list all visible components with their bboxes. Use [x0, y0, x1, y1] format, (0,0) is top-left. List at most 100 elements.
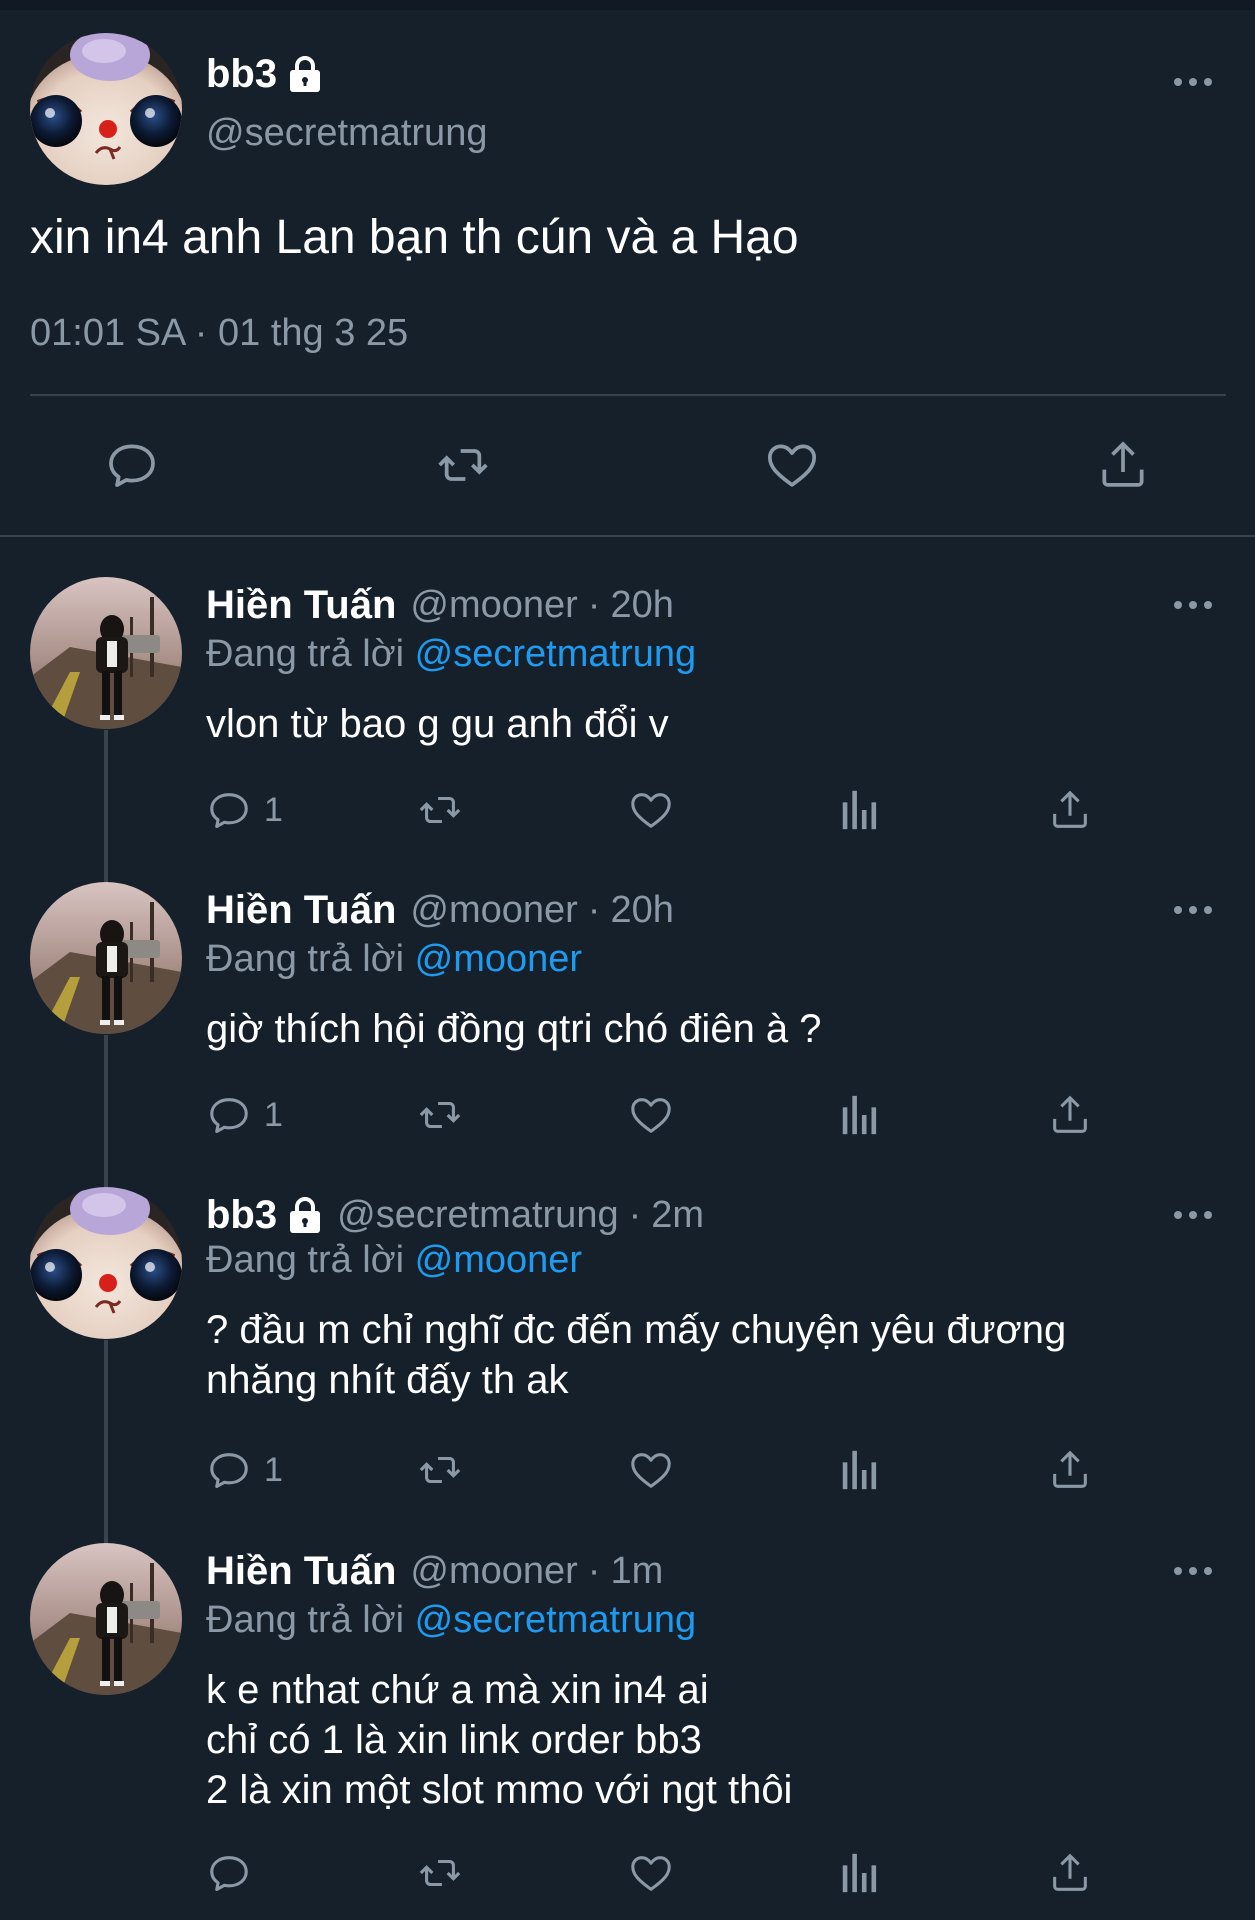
more-icon [1174, 1211, 1212, 1219]
reply-header: Hiền Tuấn @mooner · 1m [206, 1543, 663, 1599]
reply-button[interactable]: 1 [206, 1085, 283, 1145]
reply-button[interactable]: 1 [206, 1440, 283, 1500]
more-options-button[interactable] [1163, 1195, 1223, 1235]
reply-time[interactable]: 20h [610, 889, 673, 932]
reply-text: vlon từ bao g gu anh đổi v [206, 702, 669, 746]
like-icon [631, 793, 671, 828]
more-options-button[interactable] [1163, 585, 1223, 625]
reply-button[interactable] [206, 1843, 264, 1903]
more-icon [1174, 78, 1212, 86]
share-button[interactable] [1047, 1085, 1093, 1145]
author-row: bb3 [206, 46, 323, 102]
views-icon [842, 1450, 877, 1490]
share-button[interactable] [1047, 1440, 1093, 1500]
reply-button[interactable] [97, 430, 167, 500]
reply-icon [210, 793, 248, 829]
separator-dot: · [587, 583, 601, 626]
retweet-button[interactable] [414, 1085, 466, 1145]
reply-text: giờ thích hội đồng qtri chó điên à ? [206, 1007, 822, 1051]
more-icon [1174, 1567, 1212, 1575]
like-button[interactable] [628, 1843, 674, 1903]
like-button[interactable] [628, 1085, 674, 1145]
reply-icon [109, 444, 155, 487]
reply-text: ? đầu m chỉ nghĩ đc đến mấy chuyện yêu đ… [206, 1308, 1067, 1402]
avatar[interactable] [30, 577, 182, 729]
like-icon [631, 1098, 671, 1133]
reply-tweet[interactable]: Hiền Tuấn @mooner · 20h Đang trả lời @mo… [0, 882, 1255, 1135]
retweet-icon [419, 1859, 461, 1887]
more-options-button[interactable] [1163, 62, 1223, 102]
replying-to: Đang trả lời @secretmatrung [206, 633, 696, 676]
tweet-text: xin in4 anh Lan bạn th cún và a Hạo [30, 211, 799, 264]
author-name[interactable]: Hiền Tuấn [206, 583, 396, 628]
share-icon [1053, 1450, 1087, 1488]
author-handle[interactable]: @mooner [410, 584, 577, 627]
tweet-timestamp[interactable]: 01:01 SA · 01 thg 3 25 [30, 312, 408, 355]
reply-actions: 1 [0, 1440, 1255, 1500]
like-button[interactable] [757, 430, 827, 500]
views-icon [842, 790, 877, 830]
mention-link[interactable]: @secretmatrung [415, 633, 696, 675]
author-name[interactable]: bb3 [206, 52, 277, 97]
retweet-icon [419, 796, 461, 824]
reply-header: Hiền Tuấn @mooner · 20h [206, 577, 674, 633]
cat-avatar-image [30, 33, 182, 185]
reply-tweet[interactable]: Hiền Tuấn @mooner · 1m Đang trả lời @sec… [0, 1543, 1255, 1913]
mention-link[interactable]: @mooner [415, 938, 582, 980]
retweet-button[interactable] [428, 430, 498, 500]
photo-avatar-image [30, 882, 182, 1034]
views-button[interactable] [840, 1085, 880, 1145]
author-name[interactable]: Hiền Tuấn [206, 888, 396, 933]
divider [30, 394, 1226, 396]
author-name[interactable]: Hiền Tuấn [206, 1549, 396, 1594]
views-button[interactable] [840, 780, 880, 840]
replying-prefix: Đang trả lời [206, 1599, 405, 1641]
main-tweet: bb3 @secretmatrung xin in4 anh Lan bạn t… [0, 0, 1255, 537]
avatar[interactable] [30, 1543, 182, 1695]
more-options-button[interactable] [1163, 890, 1223, 930]
lock-icon [290, 1197, 321, 1233]
reply-tweet[interactable]: bb3 @secretmatrung · 2m Đang trả lời @mo… [0, 1187, 1255, 1540]
reply-tweet[interactable]: Hiền Tuấn @mooner · 20h Đang trả lời @se… [0, 577, 1255, 830]
share-button[interactable] [1088, 430, 1158, 500]
retweet-button[interactable] [414, 1843, 466, 1903]
reply-text: k e nthat chứ a mà xin in4 ai chỉ có 1 l… [206, 1668, 793, 1812]
author-handle[interactable]: @mooner [410, 1550, 577, 1593]
retweet-icon [419, 1101, 461, 1129]
share-icon [1053, 1095, 1087, 1133]
mention-link[interactable]: @mooner [415, 1239, 582, 1281]
reply-button[interactable]: 1 [206, 780, 283, 840]
author-handle[interactable]: @secretmatrung [206, 112, 487, 155]
replying-prefix: Đang trả lời [206, 633, 405, 675]
like-button[interactable] [628, 780, 674, 840]
separator-dot: · [628, 1193, 642, 1236]
reply-time[interactable]: 1m [610, 1550, 663, 1593]
views-button[interactable] [840, 1843, 880, 1903]
author-name[interactable]: bb3 [206, 1193, 277, 1238]
like-button[interactable] [628, 1440, 674, 1500]
avatar[interactable] [30, 882, 182, 1034]
avatar[interactable] [30, 1187, 182, 1339]
views-button[interactable] [840, 1440, 880, 1500]
replying-prefix: Đang trả lời [206, 938, 405, 980]
share-button[interactable] [1047, 780, 1093, 840]
retweet-button[interactable] [414, 1440, 466, 1500]
reply-actions [0, 1843, 1255, 1903]
reply-time[interactable]: 20h [610, 584, 673, 627]
reply-header: Hiền Tuấn @mooner · 20h [206, 882, 674, 938]
reply-icon [210, 1098, 248, 1134]
reply-icon [210, 1856, 248, 1892]
reply-time[interactable]: 2m [651, 1194, 704, 1237]
author-handle[interactable]: @mooner [410, 889, 577, 932]
like-icon [767, 444, 817, 487]
lock-icon [290, 56, 321, 92]
retweet-button[interactable] [414, 780, 466, 840]
author-handle[interactable]: @secretmatrung [337, 1194, 618, 1237]
share-button[interactable] [1047, 1843, 1093, 1903]
more-icon [1174, 601, 1212, 609]
retweet-icon [438, 449, 488, 481]
more-options-button[interactable] [1163, 1551, 1223, 1591]
mention-link[interactable]: @secretmatrung [415, 1599, 696, 1641]
reply-header: bb3 @secretmatrung · 2m [206, 1187, 704, 1243]
avatar[interactable] [30, 33, 182, 185]
